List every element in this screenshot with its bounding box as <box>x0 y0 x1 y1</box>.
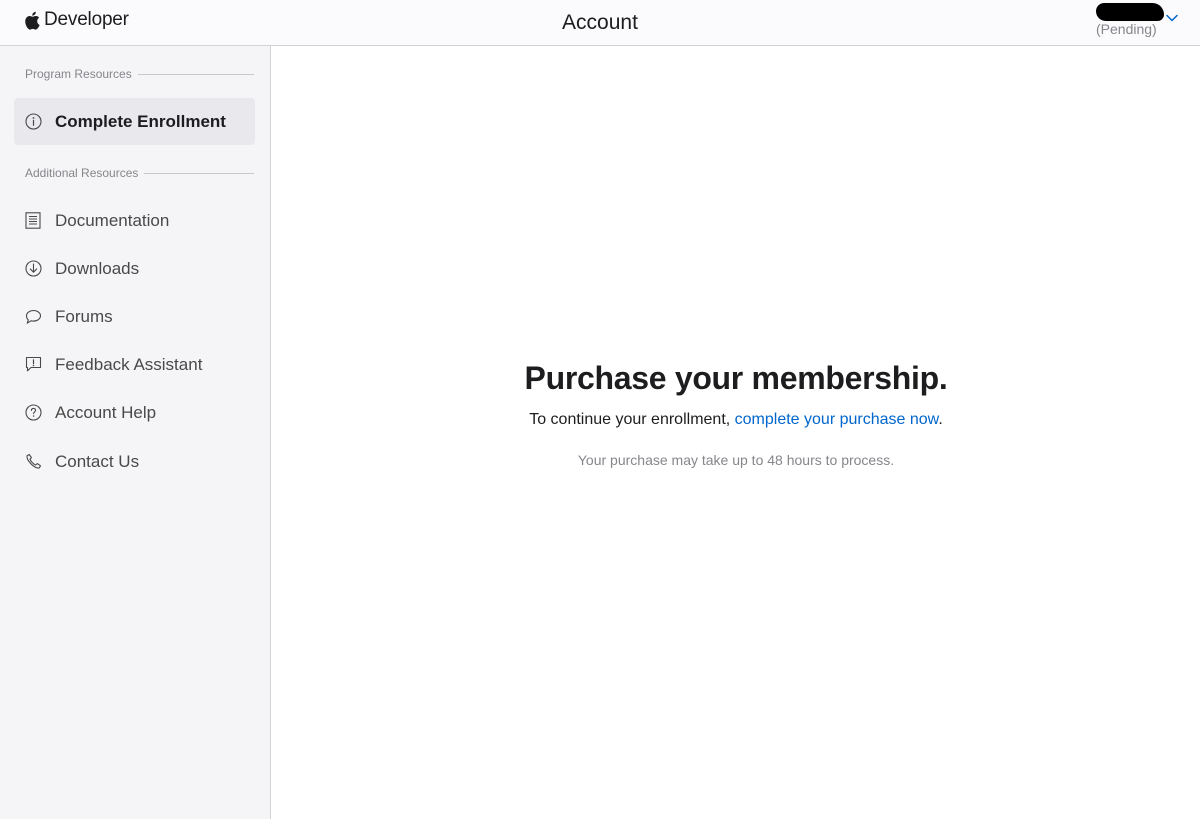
enrollment-message-suffix: . <box>938 411 943 428</box>
document-icon <box>24 212 42 230</box>
sidebar-item-label: Complete Enrollment <box>55 111 226 131</box>
enrollment-message-prefix: To continue your enrollment, <box>529 411 735 428</box>
processing-note: Your purchase may take up to 48 hours to… <box>577 452 895 468</box>
chat-bubble-icon <box>24 308 42 326</box>
complete-purchase-link[interactable]: complete your purchase now <box>735 411 939 428</box>
main-content: Purchase your membership. To continue yo… <box>272 46 1200 819</box>
sidebar: Program Resources Complete Enrollment Ad… <box>0 46 271 819</box>
sidebar-item-label: Forums <box>55 306 113 326</box>
section-label-program-resources: Program Resources <box>25 67 254 81</box>
sidebar-item-label: Account Help <box>55 402 157 422</box>
redacted-account-name <box>1096 3 1164 21</box>
sidebar-item-account-help[interactable]: Account Help <box>14 389 255 436</box>
page-title: Account <box>562 11 638 34</box>
info-circle-icon <box>24 113 42 131</box>
sidebar-item-label: Downloads <box>55 258 140 278</box>
account-menu[interactable]: (Pending) <box>1096 0 1186 42</box>
sidebar-item-contact-us[interactable]: Contact Us <box>14 438 255 485</box>
sidebar-item-downloads[interactable]: Downloads <box>14 245 255 292</box>
sidebar-item-forums[interactable]: Forums <box>14 293 255 340</box>
sidebar-item-feedback-assistant[interactable]: Feedback Assistant <box>14 341 255 388</box>
sidebar-item-label: Documentation <box>55 210 170 230</box>
sidebar-item-documentation[interactable]: Documentation <box>14 197 255 244</box>
sidebar-item-complete-enrollment[interactable]: Complete Enrollment <box>14 98 255 145</box>
account-status: (Pending) <box>1096 21 1157 37</box>
sidebar-item-label: Feedback Assistant <box>55 354 203 374</box>
enrollment-message: To continue your enrollment, complete yo… <box>272 411 1200 429</box>
download-circle-icon <box>24 260 42 278</box>
sidebar-item-label: Contact Us <box>55 451 140 471</box>
phone-icon <box>24 453 42 471</box>
section-label-additional-resources: Additional Resources <box>25 166 254 180</box>
membership-heading: Purchase your membership. <box>524 360 948 396</box>
global-header: Developer Account (Pending) <box>0 0 1200 46</box>
feedback-icon <box>24 356 42 374</box>
question-circle-icon <box>24 404 42 422</box>
chevron-down-icon[interactable] <box>1166 9 1178 27</box>
